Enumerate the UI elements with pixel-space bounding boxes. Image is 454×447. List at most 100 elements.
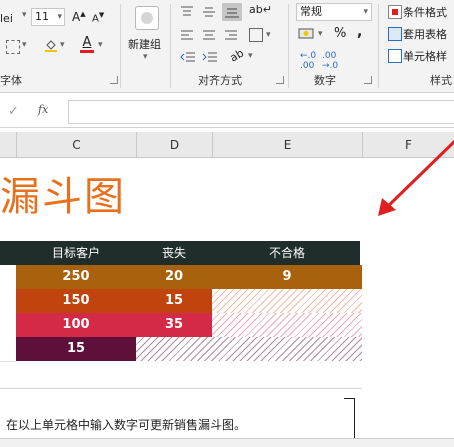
cell-row1-target[interactable]: 250	[16, 265, 136, 289]
cell-row4-target[interactable]: 15	[16, 337, 136, 361]
align-top-icon[interactable]	[180, 6, 194, 21]
new-group-icon[interactable]	[135, 6, 159, 30]
merge-center-icon[interactable]	[249, 28, 263, 42]
borders-dropdown-icon[interactable]: ▾	[22, 40, 27, 50]
number-format-dropdown-icon: ▾	[363, 7, 368, 17]
font-dialog-launcher-icon[interactable]	[110, 76, 118, 84]
conditional-format-icon[interactable]	[388, 5, 402, 19]
new-group-label: 新建组	[128, 38, 161, 51]
font-size-value: 11	[35, 10, 49, 23]
cell-row2-unqualified[interactable]	[212, 289, 362, 313]
number-group-label: 数字	[314, 74, 336, 87]
confirm-entry-icon[interactable]: ✓	[8, 104, 19, 119]
accounting-dropdown-icon[interactable]: ▾	[318, 29, 323, 39]
group-separator	[378, 4, 379, 88]
font-name-combobox[interactable]: lei	[0, 12, 13, 25]
annotation-arrow-icon	[372, 136, 454, 229]
column-c-label: C	[72, 138, 81, 152]
column-e-label: E	[283, 138, 292, 152]
borders-icon[interactable]	[6, 40, 20, 54]
decrease-indent-icon[interactable]	[180, 51, 196, 66]
cell-row2-lost[interactable]: 15	[136, 289, 212, 313]
number-format-value: 常规	[300, 5, 322, 18]
group-separator	[288, 4, 289, 88]
percent-style-button[interactable]: %	[334, 26, 346, 41]
header-target-customers[interactable]: 目标客户	[16, 241, 136, 265]
percent-symbol: %	[334, 26, 347, 41]
align-right-icon[interactable]	[224, 30, 238, 45]
callout-bracket	[354, 398, 355, 438]
column-header-d[interactable]: D	[136, 132, 212, 158]
grow-font-label: A	[72, 10, 81, 24]
column-header-e[interactable]: E	[212, 132, 362, 158]
increase-indent-icon[interactable]	[202, 51, 218, 66]
alignment-group-label: 对齐方式	[198, 74, 242, 87]
comma-style-button[interactable]: ,	[357, 24, 362, 40]
sheet-title: 漏斗图	[0, 174, 126, 220]
row-leading-cell[interactable]	[0, 337, 16, 362]
cell-row3-lost[interactable]: 35	[136, 313, 212, 337]
formula-input[interactable]	[68, 100, 454, 124]
align-bottom-icon[interactable]	[222, 3, 242, 21]
cell-row2-target[interactable]: 150	[16, 289, 136, 313]
header-lost[interactable]: 丧失	[136, 241, 212, 265]
align-left-icon[interactable]	[180, 30, 194, 45]
styles-group-label: 样式	[430, 74, 452, 87]
align-middle-icon[interactable]	[202, 6, 216, 21]
font-color-icon[interactable]: A	[80, 36, 94, 54]
font-size-dropdown-icon: ▾	[57, 12, 62, 22]
orientation-icon[interactable]: ab	[228, 46, 246, 64]
decrease-decimal-icon[interactable]: .00 →.0	[322, 51, 338, 71]
accounting-format-icon[interactable]	[298, 27, 314, 41]
column-header-c[interactable]: C	[16, 132, 136, 158]
format-as-table-button[interactable]: 套用表格	[403, 26, 447, 42]
row-leading-cell[interactable]	[0, 289, 16, 314]
cell-row3-target[interactable]: 100	[16, 313, 136, 337]
new-group-dropdown-icon[interactable]: ▾	[143, 52, 148, 62]
formula-bar: ✓ fx	[0, 97, 454, 128]
font-name-value: lei	[0, 12, 13, 25]
cell-row1-lost[interactable]: 20	[136, 265, 212, 289]
font-size-combobox[interactable]: 11 ▾	[31, 8, 65, 26]
callout-bracket-top	[344, 398, 354, 399]
grow-font-button[interactable]: A▲	[72, 10, 86, 24]
align-center-icon[interactable]	[202, 30, 216, 45]
shrink-font-label: A	[92, 13, 99, 25]
fill-color-icon[interactable]	[44, 38, 58, 52]
instruction-note: 在以上单元格中输入数字可更新销售漏斗图。	[6, 418, 247, 432]
format-as-table-icon[interactable]	[388, 27, 402, 41]
column-d-label: D	[169, 138, 180, 152]
cell-styles-icon[interactable]	[388, 49, 402, 63]
cell-styles-label: 单元格样	[403, 50, 447, 63]
alignment-dialog-launcher-icon[interactable]	[276, 76, 284, 84]
cell-styles-button[interactable]: 单元格样	[403, 48, 447, 64]
orientation-dropdown-icon[interactable]: ▾	[248, 51, 253, 61]
row-leading-cell[interactable]	[0, 313, 16, 338]
number-dialog-launcher-icon[interactable]	[364, 76, 372, 84]
font-group-label: 字体	[0, 74, 22, 87]
cell-row3-unqualified[interactable]	[212, 313, 362, 337]
conditional-format-button[interactable]: 条件格式	[403, 4, 447, 20]
new-group-button[interactable]: 新建组	[128, 36, 161, 52]
cell-row1-unqualified[interactable]: 9	[212, 265, 362, 289]
increase-decimal-icon[interactable]: ←.0.00	[300, 51, 316, 71]
section-divider	[0, 388, 362, 389]
header-unqualified[interactable]: 不合格	[212, 241, 362, 265]
group-separator	[170, 4, 171, 88]
conditional-format-label: 条件格式	[403, 6, 447, 19]
font-name-dropdown-icon[interactable]: ▾	[22, 10, 27, 20]
merge-dropdown-icon[interactable]: ▾	[266, 30, 271, 40]
fx-label: fx	[38, 103, 49, 116]
cell-row4-lost-unqualified[interactable]	[136, 337, 362, 361]
column-header-partial[interactable]	[0, 132, 16, 158]
shrink-font-button[interactable]: A▼	[92, 11, 104, 24]
fill-color-dropdown-icon[interactable]: ▾	[60, 40, 65, 50]
insert-function-button[interactable]: fx	[38, 103, 48, 116]
row-leading-cell[interactable]	[0, 265, 16, 290]
number-format-combobox[interactable]: 常规 ▾	[296, 3, 372, 21]
group-separator	[120, 4, 121, 88]
font-color-dropdown-icon[interactable]: ▾	[98, 40, 103, 50]
wrap-text-icon[interactable]: ab↵	[249, 3, 272, 16]
ribbon: lei ▾ 11 ▾ A▲ A▼ ▾ ▾ A ▾ 字体 新建组 ▾ ab↵ ▾ …	[0, 0, 454, 93]
comma-symbol: ,	[357, 24, 363, 40]
